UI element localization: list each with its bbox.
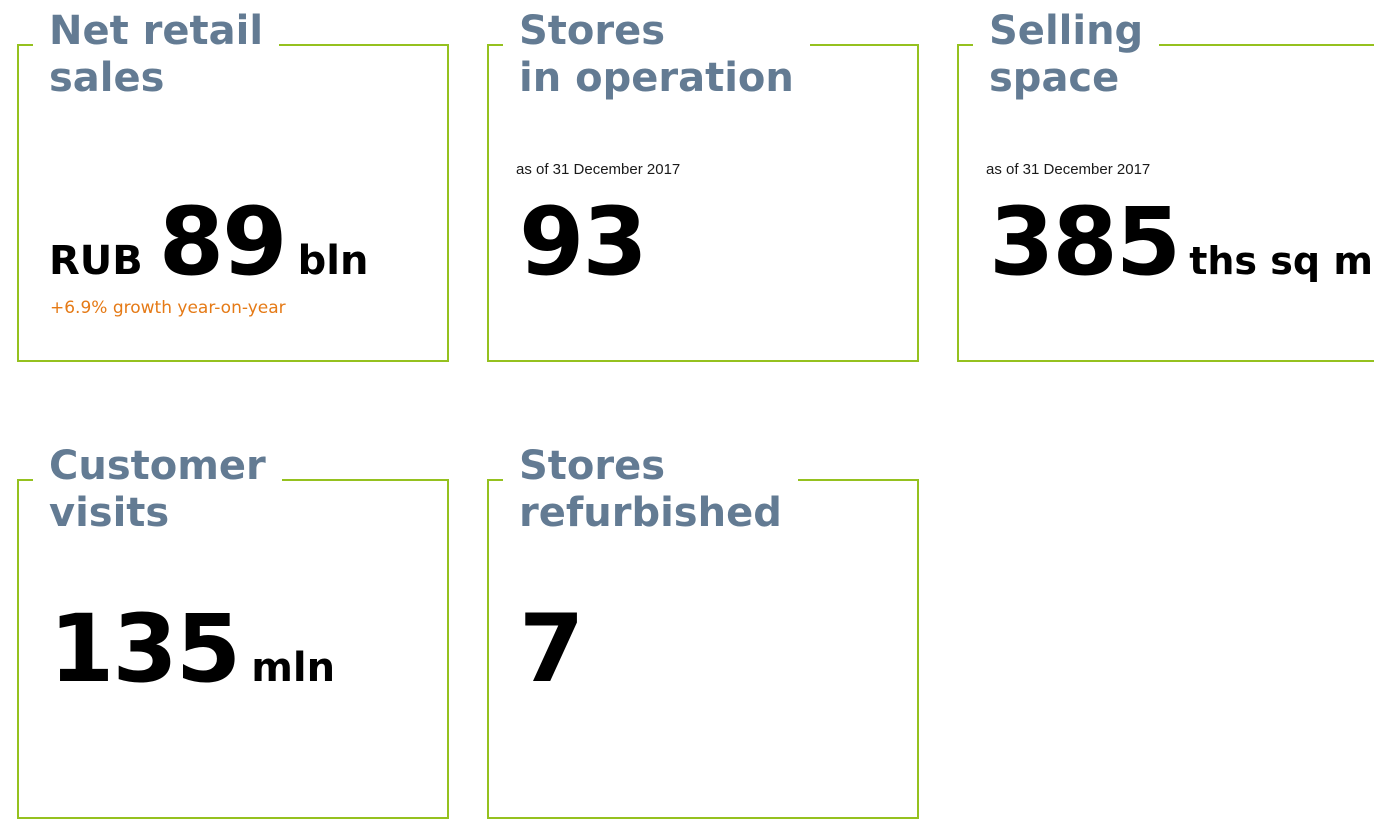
date-note: as of 31 December 2017	[516, 161, 681, 178]
card-title-line1: Net retail	[49, 8, 264, 54]
metric-value: 93	[519, 188, 648, 297]
metric-prefix: RUB	[49, 238, 143, 284]
stores-refurbished-title: Stores refurbished	[503, 443, 798, 537]
customer-visits-title: Customer visits	[33, 443, 282, 537]
card-title-line1: Stores	[519, 443, 666, 489]
customer-visits-metric: 135 mln	[49, 603, 335, 697]
card-title-line2: in operation	[519, 55, 794, 101]
card-title-line1: Customer	[49, 443, 266, 489]
card-title-line2: refurbished	[519, 490, 782, 536]
metric-unit: ths sq m	[1189, 239, 1373, 283]
selling-space-card: Selling space as of 31 December 2017 385…	[957, 8, 1374, 362]
metric-value: 7	[519, 595, 584, 704]
metric-value: 385	[989, 188, 1181, 297]
net-retail-sales-card: Net retail sales RUB 89 bln +6.9% growth y…	[17, 8, 449, 362]
stores-refurbished-card: Stores refurbished 7	[487, 443, 919, 819]
card-title-line1: Stores	[519, 8, 666, 54]
net-retail-sales-title: Net retail sales	[33, 8, 280, 102]
card-title-line2: sales	[49, 55, 165, 101]
growth-note: +6.9% growth year-on-year	[50, 298, 286, 318]
card-title-line2: space	[989, 55, 1120, 101]
card-title-line2: visits	[49, 490, 170, 536]
metric-unit: mln	[251, 645, 336, 691]
stores-in-operation-title: Stores in operation	[503, 8, 810, 102]
customer-visits-card: Customer visits 135 mln	[17, 443, 449, 819]
stores-in-operation-metric: 93	[519, 196, 648, 290]
stores-refurbished-metric: 7	[519, 603, 584, 697]
date-note: as of 31 December 2017	[986, 161, 1151, 178]
selling-space-metric: 385 ths sq m	[989, 196, 1373, 290]
card-title-line1: Selling	[989, 8, 1144, 54]
metric-unit: bln	[297, 238, 369, 284]
selling-space-title: Selling space	[973, 8, 1160, 102]
net-retail-sales-metric: RUB 89 bln	[49, 196, 368, 290]
metric-value: 89	[158, 188, 288, 297]
metric-value: 135	[49, 595, 241, 704]
stores-in-operation-card: Stores in operation as of 31 December 20…	[487, 8, 919, 362]
